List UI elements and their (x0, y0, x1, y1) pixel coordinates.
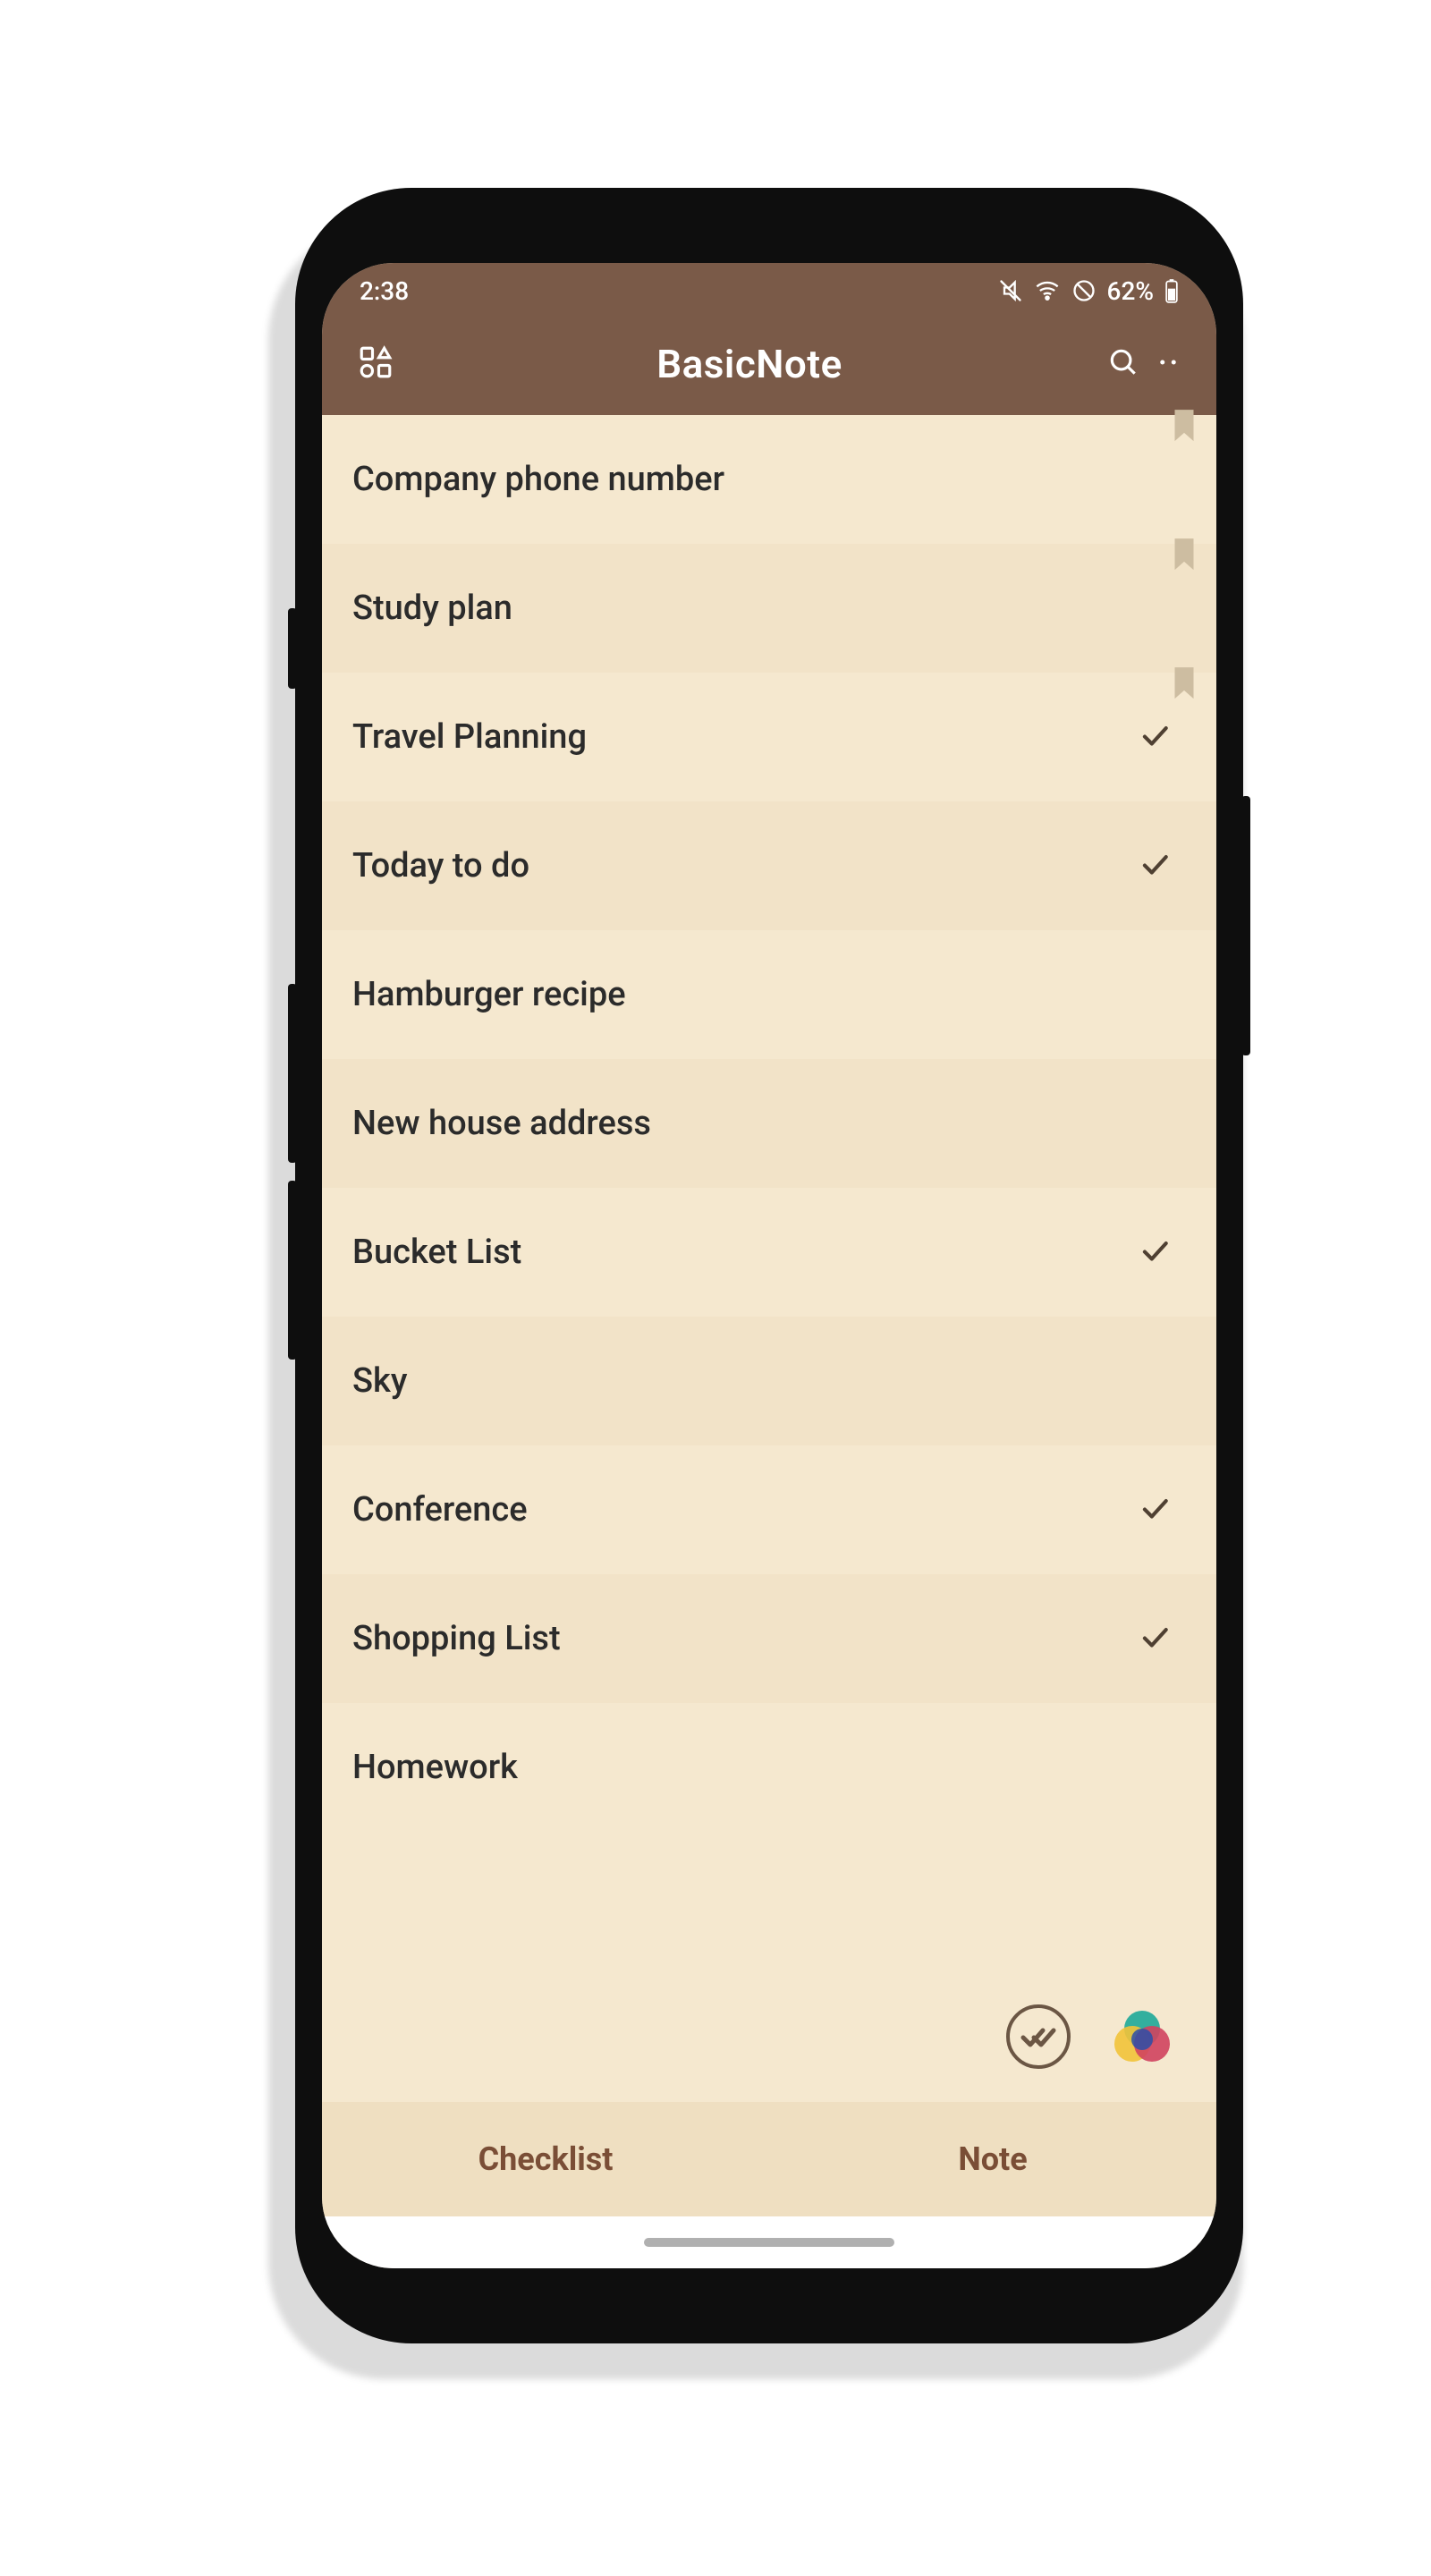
screen: 2:38 62% (322, 263, 1216, 2268)
note-title: Shopping List (352, 1619, 1138, 1658)
check-icon (1138, 718, 1172, 756)
fab-color-palette[interactable] (1107, 2002, 1177, 2072)
categories-button[interactable] (351, 339, 401, 389)
note-row[interactable]: Conference (322, 1445, 1216, 1574)
check-icon (1138, 1491, 1172, 1529)
note-title: Travel Planning (352, 717, 1138, 757)
do-not-disturb-icon (1071, 278, 1097, 303)
bezel-button (288, 608, 297, 689)
note-row[interactable]: Bucket List (322, 1188, 1216, 1317)
categories-icon (357, 343, 394, 385)
check-icon (1138, 847, 1172, 885)
check-icon (1138, 1620, 1172, 1657)
bezel-button (288, 1181, 297, 1360)
app-title: BasicNote (401, 341, 1098, 387)
bookmark-icon (1172, 410, 1197, 449)
phone-frame: 2:38 62% (295, 188, 1243, 2343)
android-nav-bar (322, 2216, 1216, 2268)
search-icon (1106, 345, 1140, 383)
note-title: Bucket List (352, 1233, 1138, 1272)
app-bar: BasicNote (322, 318, 1216, 415)
note-row[interactable]: Hamburger recipe (322, 930, 1216, 1059)
note-title: Hamburger recipe (352, 975, 1186, 1014)
bookmark-icon (1172, 667, 1197, 707)
note-title: Homework (352, 1748, 1186, 1787)
bookmark-icon (1172, 538, 1197, 578)
mute-icon (998, 278, 1023, 303)
note-title: Company phone number (352, 460, 1186, 499)
bottom-tabs: Checklist Note (322, 2102, 1216, 2216)
more-button[interactable] (1148, 339, 1188, 389)
battery-icon (1164, 278, 1179, 303)
note-row[interactable]: Today to do (322, 801, 1216, 930)
note-title: Study plan (352, 589, 1186, 628)
status-bar: 2:38 62% (322, 263, 1216, 318)
note-row[interactable]: Study plan (322, 544, 1216, 673)
note-row[interactable]: Sky (322, 1317, 1216, 1445)
nav-pill[interactable] (644, 2238, 894, 2247)
tab-checklist[interactable]: Checklist (322, 2102, 769, 2216)
bezel-button (1241, 796, 1250, 1055)
check-icon (1138, 1233, 1172, 1271)
status-icons: 62% (998, 276, 1179, 306)
top-area: 2:38 62% (322, 263, 1216, 415)
search-button[interactable] (1098, 339, 1148, 389)
note-title: New house address (352, 1104, 1186, 1143)
note-title: Conference (352, 1490, 1138, 1530)
status-time: 2:38 (360, 276, 409, 306)
note-row[interactable]: Company phone number (322, 415, 1216, 544)
note-row[interactable]: Travel Planning (322, 673, 1216, 801)
tab-label: Note (958, 2140, 1027, 2178)
fab-area (322, 1968, 1216, 2102)
more-icon (1155, 349, 1181, 379)
note-list[interactable]: Company phone number Study plan Travel Pla… (322, 415, 1216, 1968)
fab-double-check[interactable] (1003, 2002, 1073, 2072)
note-row[interactable]: Homework (322, 1703, 1216, 1832)
note-row[interactable]: Shopping List (322, 1574, 1216, 1703)
tab-note[interactable]: Note (769, 2102, 1216, 2216)
bezel-button (288, 984, 297, 1163)
note-row[interactable]: New house address (322, 1059, 1216, 1188)
tab-label: Checklist (478, 2140, 614, 2178)
wifi-icon (1034, 278, 1061, 303)
note-title: Sky (352, 1361, 1186, 1401)
note-title: Today to do (352, 846, 1138, 886)
battery-text: 62% (1107, 276, 1154, 306)
